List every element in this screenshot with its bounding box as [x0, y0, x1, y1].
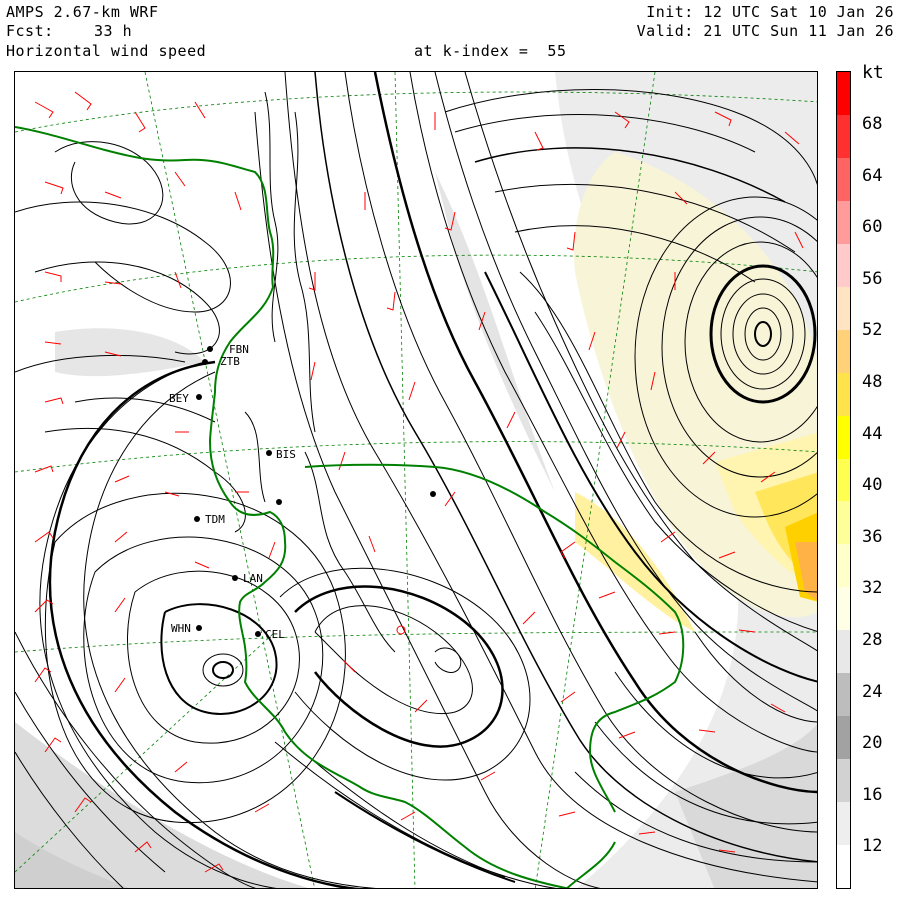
- station-lan[interactable]: LAN: [232, 572, 263, 585]
- svg-text:BIS: BIS: [276, 448, 296, 461]
- wind-speed-map[interactable]: FBN ZTB BEY BIS TDM LAN WHN CEL: [14, 71, 818, 889]
- colorbar: [836, 71, 851, 889]
- map-canvas: FBN ZTB BEY BIS TDM LAN WHN CEL: [15, 72, 817, 888]
- svg-text:TDM: TDM: [205, 513, 225, 526]
- colorbar-label: 24: [862, 681, 883, 702]
- svg-text:LAN: LAN: [243, 572, 263, 585]
- colorbar-segment: [837, 415, 850, 460]
- colorbar-label: 56: [862, 268, 883, 289]
- colorbar-segment: [837, 72, 850, 116]
- model-title: AMPS 2.67-km WRF: [6, 3, 159, 21]
- colorbar-segment: [837, 673, 850, 717]
- colorbar-label: 12: [862, 836, 883, 857]
- colorbar-label: 52: [862, 320, 883, 341]
- colorbar-segment: [837, 802, 850, 846]
- station-whn[interactable]: WHN: [171, 622, 202, 635]
- colorbar-segment: [837, 587, 850, 631]
- colorbar-label: 44: [862, 423, 883, 444]
- init-time: Init: 12 UTC Sat 10 Jan 26: [646, 3, 894, 21]
- field-name: Horizontal wind speed: [6, 42, 207, 60]
- colorbar-label: 36: [862, 526, 883, 547]
- colorbar-label: 68: [862, 114, 883, 134]
- svg-text:WHN: WHN: [171, 622, 191, 635]
- svg-text:BEY: BEY: [169, 392, 189, 405]
- station-ztb[interactable]: ZTB: [202, 355, 240, 368]
- colorbar-segment: [837, 243, 850, 288]
- station-cel[interactable]: CEL: [255, 628, 285, 641]
- colorbar-segment: [837, 286, 850, 331]
- colorbar-segment: [837, 372, 850, 417]
- colorbar-label: 28: [862, 630, 883, 650]
- forecast-hours: 33 h: [94, 22, 133, 40]
- station-bis[interactable]: BIS: [266, 448, 296, 461]
- colorbar-segment: [837, 329, 850, 374]
- colorbar-unit: kt: [862, 62, 884, 83]
- forecast-label: Fcst:: [6, 22, 54, 40]
- colorbar-segment: [837, 501, 850, 545]
- colorbar-label: 20: [862, 733, 883, 754]
- valid-time: Valid: 21 UTC Sun 11 Jan 26: [636, 22, 894, 40]
- colorbar-label: 60: [862, 217, 883, 238]
- svg-text:CEL: CEL: [265, 628, 285, 641]
- colorbar-label: 32: [862, 578, 883, 599]
- colorbar-label: 48: [862, 372, 883, 392]
- colorbar-segment: [837, 544, 850, 588]
- station-tdm[interactable]: TDM: [194, 513, 225, 526]
- stations: FBN ZTB BEY BIS TDM LAN WHN CEL: [169, 343, 436, 641]
- colorbar-label: 40: [862, 475, 883, 496]
- level-label: at k-index = 55: [414, 42, 567, 60]
- colorbar-segment: [837, 200, 850, 245]
- colorbar-segment: [837, 157, 850, 202]
- svg-text:ZTB: ZTB: [220, 355, 240, 368]
- colorbar-segment: [837, 458, 850, 502]
- colorbar-label: 16: [862, 784, 883, 805]
- colorbar-segment: [837, 845, 850, 889]
- colorbar-segment: [837, 630, 850, 674]
- station-bey[interactable]: BEY: [169, 392, 202, 405]
- colorbar-segment: [837, 759, 850, 803]
- colorbar-segment: [837, 716, 850, 760]
- wind-speed-shading: [15, 72, 817, 888]
- colorbar-segment: [837, 114, 850, 159]
- colorbar-label: 64: [862, 165, 883, 186]
